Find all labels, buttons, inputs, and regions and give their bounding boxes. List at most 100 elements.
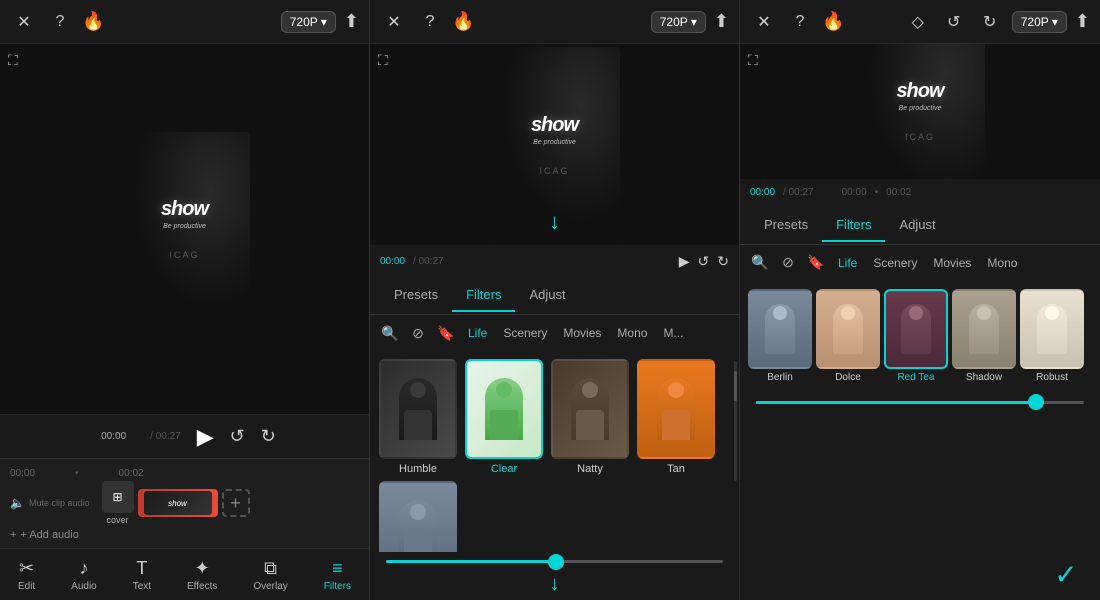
left-play-button[interactable]: ▶ xyxy=(197,424,214,450)
mid-cat-movies[interactable]: Movies xyxy=(557,323,607,343)
left-help-button[interactable]: ? xyxy=(46,8,74,36)
right-fullscreen-button[interactable]: ⛶ xyxy=(748,52,758,69)
right-slider-fill xyxy=(756,401,1035,404)
right-filter-dolce[interactable]: Dolce xyxy=(816,289,880,383)
right-cat-mono[interactable]: Mono xyxy=(981,253,1023,273)
left-tool-text-label: Text xyxy=(133,581,151,592)
left-tool-audio-label: Audio xyxy=(71,581,97,592)
left-tool-audio[interactable]: ♪ Audio xyxy=(63,554,105,596)
mid-tab-filters[interactable]: Filters xyxy=(452,279,515,312)
right-check-button[interactable]: ✓ xyxy=(1048,556,1084,592)
mid-cat-more[interactable]: M... xyxy=(657,323,689,343)
mid-undo-button[interactable]: ↺ xyxy=(698,253,710,270)
mid-play-button[interactable]: ▶ xyxy=(679,253,690,270)
right-close-button[interactable]: ✕ xyxy=(750,8,778,36)
right-redo-button[interactable]: ↻ xyxy=(976,8,1004,36)
right-help-button[interactable]: ? xyxy=(786,8,814,36)
right-filter-shadow[interactable]: Shadow xyxy=(952,289,1016,383)
mid-cat-life[interactable]: Life xyxy=(462,323,493,343)
right-diamond-button[interactable]: ◇ xyxy=(904,8,932,36)
right-cat-movies[interactable]: Movies xyxy=(927,253,977,273)
left-redo-button[interactable]: ↻ xyxy=(261,426,276,447)
right-filter-thumb-robust xyxy=(1020,289,1084,369)
music-icon: ♪ xyxy=(79,558,88,579)
left-ruler-mark-2: 00:02 xyxy=(119,468,144,479)
left-tool-filters[interactable]: ≡ Filters xyxy=(316,554,359,596)
mid-arrow-down-icon: ↓ xyxy=(550,573,560,596)
mid-filter-berlin[interactable]: Berlin xyxy=(378,481,458,552)
mid-filter-thumb-berlin xyxy=(379,481,457,552)
mid-cat-scenery[interactable]: Scenery xyxy=(497,323,553,343)
mid-help-button[interactable]: ? xyxy=(416,8,444,36)
mid-bookmark-icon-btn[interactable]: 🔖 xyxy=(434,321,458,345)
mid-filter-img-natty xyxy=(553,361,627,457)
mid-slider-thumb[interactable] xyxy=(548,554,564,570)
mid-tab-adjust[interactable]: Adjust xyxy=(515,279,579,312)
left-add-track-button[interactable]: + xyxy=(222,489,250,517)
right-filter-red-tea[interactable]: Red Tea xyxy=(884,289,948,383)
right-tab-presets[interactable]: Presets xyxy=(750,209,822,242)
right-duration: / 00:27 xyxy=(783,187,814,198)
left-resolution-button[interactable]: 720P ▾ xyxy=(281,11,336,33)
right-top-bar: ✕ ? 🔥 ◇ ↺ ↻ 720P ▾ xyxy=(740,0,1100,44)
right-filter-robust[interactable]: Robust xyxy=(1020,289,1084,383)
right-tab-filters[interactable]: Filters xyxy=(822,209,885,242)
mid-filter-label-tan: Tan xyxy=(667,463,685,475)
mid-tab-filters-label: Filters xyxy=(466,287,501,302)
mid-down-arrow: ↓ xyxy=(549,209,560,235)
mid-top-bar-right: 720P ▾ ⬆ xyxy=(651,11,729,33)
right-undo-icon: ↺ xyxy=(947,12,960,32)
right-ban-icon-btn[interactable]: ⊘ xyxy=(776,251,800,275)
left-video-bottom: ICAG xyxy=(161,250,208,260)
mid-filter-humble[interactable]: Humble xyxy=(378,359,458,475)
left-tool-edit[interactable]: ✂ Edit xyxy=(10,554,43,596)
mid-filter-tabs: Presets Filters Adjust xyxy=(370,277,739,315)
right-resolution-button[interactable]: 720P ▾ xyxy=(1012,11,1067,33)
mid-fullscreen-button[interactable]: ⛶ xyxy=(378,52,388,69)
left-fullscreen-button[interactable]: ⛶ xyxy=(8,52,18,69)
mid-ban-icon-btn[interactable]: ⊘ xyxy=(406,321,430,345)
mid-filter-natty[interactable]: Natty xyxy=(550,359,630,475)
right-cat-life[interactable]: Life xyxy=(832,253,863,273)
left-cover-item[interactable]: ⊞ cover xyxy=(102,481,134,525)
right-filter-berlin[interactable]: Berlin xyxy=(748,289,812,383)
right-bookmark-icon-btn[interactable]: 🔖 xyxy=(804,251,828,275)
right-cat-scenery[interactable]: Scenery xyxy=(867,253,923,273)
left-tool-text[interactable]: T Text xyxy=(125,554,159,596)
mid-cat-mono[interactable]: Mono xyxy=(611,323,653,343)
mid-upload-button[interactable]: ⬆ xyxy=(714,11,729,32)
left-top-bar-left: ✕ ? 🔥 xyxy=(10,8,104,36)
right-tab-adjust-label: Adjust xyxy=(899,217,935,232)
mid-search-icon-btn[interactable]: 🔍 xyxy=(378,321,402,345)
mid-fullscreen-icon: ⛶ xyxy=(378,52,388,68)
left-undo-button[interactable]: ↺ xyxy=(230,426,245,447)
right-timecode: 00:00 xyxy=(750,187,775,198)
right-filter-tabs: Presets Filters Adjust xyxy=(740,207,1100,245)
mid-close-button[interactable]: ✕ xyxy=(380,8,408,36)
left-close-button[interactable]: ✕ xyxy=(10,8,38,36)
left-upload-button[interactable]: ⬆ xyxy=(344,11,359,32)
right-fullscreen-icon: ⛶ xyxy=(748,52,758,68)
mid-help-icon: ? xyxy=(426,13,435,31)
right-upload-button[interactable]: ⬆ xyxy=(1075,11,1090,32)
right-tab-filters-label: Filters xyxy=(836,217,871,232)
mid-panel: ✕ ? 🔥 720P ▾ ⬆ ⛶ xyxy=(370,0,740,600)
mid-video-text: show Be productive ICAG xyxy=(523,106,586,184)
mid-resolution-button[interactable]: 720P ▾ xyxy=(651,11,706,33)
right-tab-adjust[interactable]: Adjust xyxy=(885,209,949,242)
left-tool-effects[interactable]: ✦ Effects xyxy=(179,554,225,596)
right-undo-button[interactable]: ↺ xyxy=(940,8,968,36)
left-video-clip[interactable]: show xyxy=(138,489,218,517)
right-video-bottom: ICAG xyxy=(896,132,943,142)
left-add-audio-button[interactable]: + + Add audio xyxy=(10,529,79,541)
mid-filter-tan[interactable]: Tan xyxy=(636,359,716,475)
mid-tab-presets[interactable]: Presets xyxy=(380,279,452,312)
right-slider-thumb[interactable] xyxy=(1028,394,1044,410)
mid-filter-clear[interactable]: Clear xyxy=(464,359,544,475)
left-cover-icon[interactable]: ⊞ xyxy=(102,481,134,513)
mid-filter-label-humble: Humble xyxy=(399,463,437,475)
right-search-icon-btn[interactable]: 🔍 xyxy=(748,251,772,275)
mid-redo-button[interactable]: ↻ xyxy=(717,253,729,270)
left-add-audio-row: + + Add audio xyxy=(0,523,369,547)
left-tool-overlay[interactable]: ⧉ Overlay xyxy=(245,554,295,596)
